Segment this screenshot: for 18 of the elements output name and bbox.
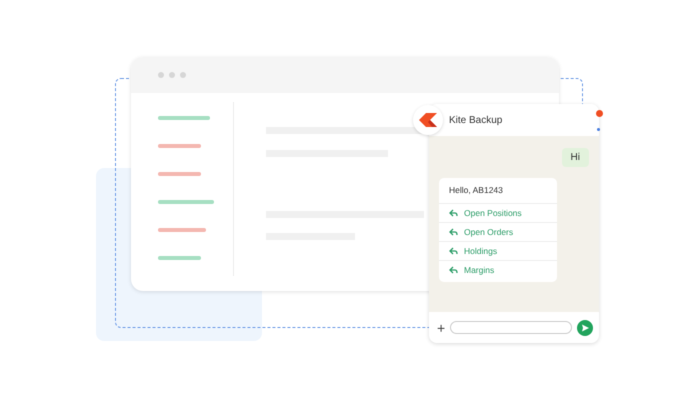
reply-icon bbox=[449, 209, 458, 217]
chat-title: Kite Backup bbox=[449, 114, 502, 126]
reply-icon bbox=[449, 228, 458, 236]
quick-reply[interactable]: Holdings bbox=[439, 242, 557, 261]
quick-reply[interactable]: Margins bbox=[439, 261, 557, 279]
add-button[interactable]: + bbox=[437, 320, 446, 334]
greeting-text: Hello, AB1243 bbox=[439, 178, 557, 204]
kite-logo-icon bbox=[419, 113, 437, 127]
reply-icon bbox=[449, 266, 458, 274]
message-input[interactable] bbox=[450, 321, 572, 334]
reply-icon bbox=[449, 247, 458, 255]
status-dot bbox=[596, 110, 603, 117]
quick-reply[interactable]: Open Positions bbox=[439, 204, 557, 223]
message-bubble: Hi bbox=[562, 148, 589, 167]
window-dots-icon bbox=[158, 72, 188, 78]
status-dot bbox=[597, 128, 600, 131]
send-icon[interactable] bbox=[577, 320, 593, 336]
quick-reply[interactable]: Open Orders bbox=[439, 223, 557, 242]
